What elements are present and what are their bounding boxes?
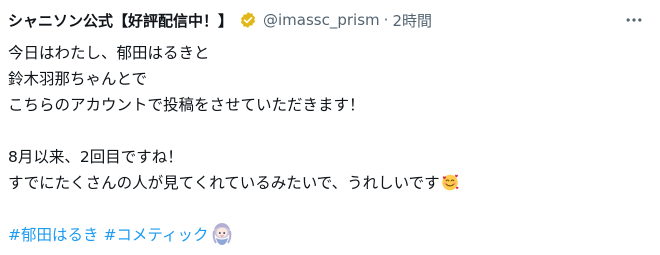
timestamp[interactable]: 2時間 — [392, 10, 432, 31]
smiling-face-with-hearts-emoji-icon — [441, 174, 459, 191]
tweet-line-5: 8月以来、2回目ですね！ — [8, 148, 183, 166]
user-handle[interactable]: @imassc_prism — [263, 11, 380, 29]
tweet-line-1: 今日はわたし、郁田はるきと — [8, 44, 210, 62]
more-options-icon[interactable] — [624, 10, 644, 30]
hashtag-link-2[interactable]: #コメティック — [103, 226, 208, 244]
verified-badge-icon[interactable] — [239, 11, 257, 29]
separator-dot: · — [383, 11, 389, 29]
tweet-text: 今日はわたし、郁田はるきと 鈴木羽那ちゃんとで こちらのアカウントで投稿をさせて… — [8, 40, 652, 248]
tweet-line-6-text: すでにたくさんの人が見てくれているみたいで、うれしいです — [8, 174, 440, 192]
comet-chibi-emoji-icon — [212, 223, 231, 245]
tweet-line-6: すでにたくさんの人が見てくれているみたいで、うれしいです — [8, 170, 652, 196]
tweet-header: シャニソン公式【好評配信中！】 @imassc_prism · 2時間 — [8, 8, 652, 32]
display-name[interactable]: シャニソン公式【好評配信中！】 — [8, 10, 233, 31]
tweet-line-3: こちらのアカウントで投稿をさせていただきます！ — [8, 96, 365, 114]
hashtag-row: #郁田はるき #コメティック — [8, 222, 652, 248]
hashtag-link-1[interactable]: #郁田はるき — [8, 226, 99, 244]
tweet-line-2: 鈴木羽那ちゃんとで — [8, 70, 148, 88]
tweet-card[interactable]: シャニソン公式【好評配信中！】 @imassc_prism · 2時間 今日はわ… — [0, 0, 660, 255]
